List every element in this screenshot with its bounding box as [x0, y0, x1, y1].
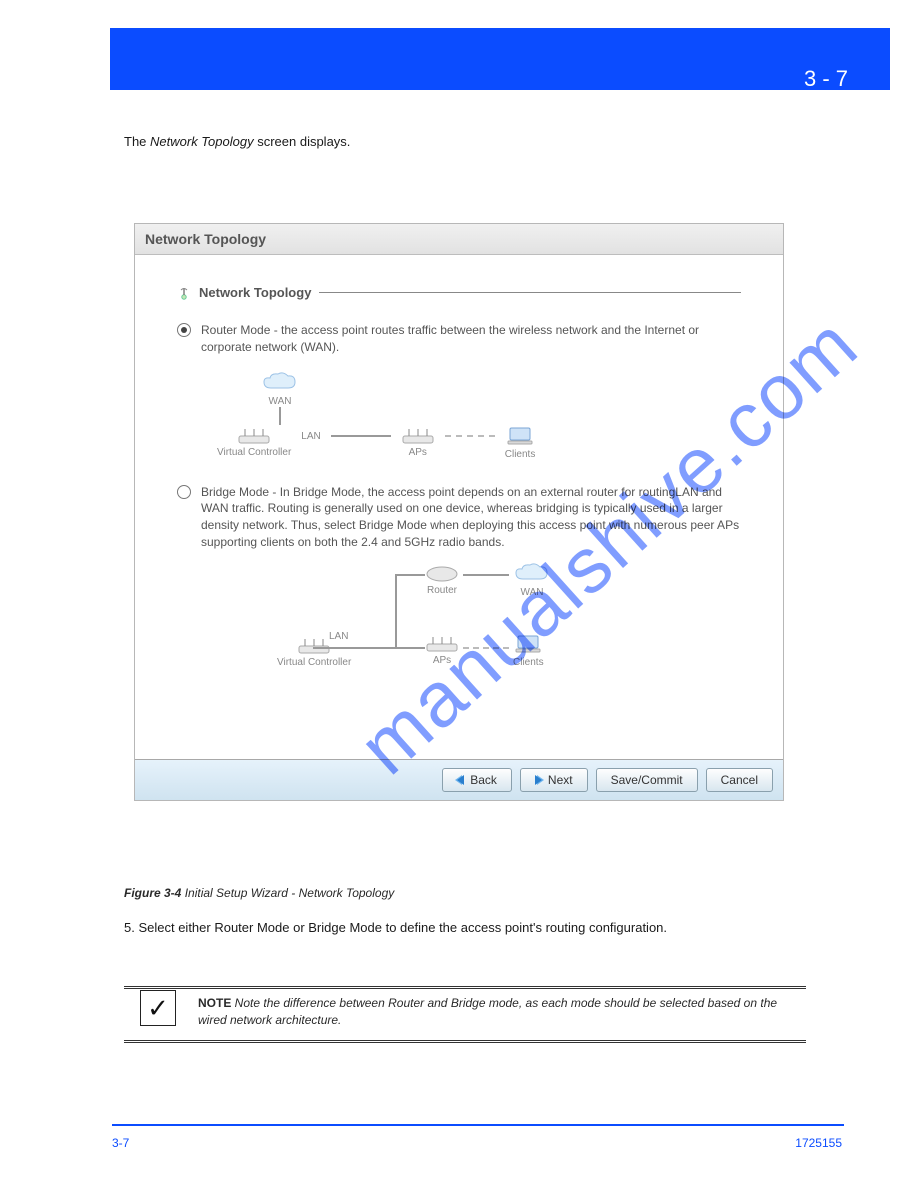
- next-arrow-icon: [535, 775, 542, 785]
- wizard-footer: Back Next Save/Commit Cancel: [135, 759, 783, 800]
- network-topology-panel: Network Topology Network Topology Router…: [134, 223, 784, 801]
- note-checkmark-icon: ✓: [140, 990, 176, 1026]
- ap-device-icon: [425, 635, 459, 653]
- screen-intro: The Network Topology screen displays.: [124, 132, 806, 152]
- intro-prefix: The: [124, 134, 150, 149]
- footer-page: 3-7: [112, 1136, 129, 1150]
- router-label: Router: [427, 585, 457, 596]
- clients-label: Clients: [505, 449, 536, 460]
- note-body: Note the difference between Router and B…: [198, 996, 777, 1027]
- section-heading: Network Topology: [177, 285, 741, 300]
- clients-label: Clients: [513, 657, 544, 668]
- panel-title: Network Topology: [135, 224, 783, 255]
- bridge-mode-diagram: Router WAN Virtual Controller: [217, 565, 741, 695]
- back-label: Back: [470, 773, 497, 787]
- section-rule: [319, 292, 741, 293]
- cloud-icon: [513, 561, 551, 585]
- panel-body: Network Topology Router Mode - the acces…: [135, 255, 783, 759]
- ap-device-icon: [401, 427, 435, 445]
- section-title: Network Topology: [199, 285, 311, 300]
- router-icon: [425, 565, 459, 583]
- ap-device-icon: [237, 427, 271, 445]
- aps-label: APs: [433, 655, 451, 666]
- lan-label: LAN: [329, 631, 348, 642]
- ap-device-icon: [297, 637, 331, 655]
- footer-rule: [112, 1124, 844, 1126]
- lan-label: LAN: [301, 431, 320, 442]
- laptop-icon: [513, 633, 543, 655]
- intro-suffix: screen displays.: [254, 134, 351, 149]
- bridge-mode-option[interactable]: Bridge Mode - In Bridge Mode, the access…: [177, 484, 741, 551]
- router-mode-diagram: WAN Virtual Controller LAN APs: [217, 370, 741, 460]
- step-5-text: 5. Select either Router Mode or Bridge M…: [124, 918, 806, 938]
- save-label: Save/Commit: [611, 773, 683, 787]
- chapter-header-bar: 3 - 7: [110, 28, 890, 90]
- figure-number: Figure 3-4: [124, 886, 181, 900]
- aps-label: APs: [409, 447, 427, 458]
- radio-unselected-icon[interactable]: [177, 485, 191, 499]
- back-button[interactable]: Back: [442, 768, 512, 792]
- next-label: Next: [548, 773, 573, 787]
- router-mode-option[interactable]: Router Mode - the access point routes tr…: [177, 322, 741, 356]
- router-mode-text: Router Mode - the access point routes tr…: [201, 322, 741, 356]
- laptop-icon: [505, 425, 535, 447]
- figure-caption: Figure 3-4 Initial Setup Wizard - Networ…: [124, 886, 394, 900]
- wan-label: WAN: [269, 396, 292, 407]
- radio-selected-icon[interactable]: [177, 323, 191, 337]
- note-label: NOTE: [198, 996, 231, 1010]
- figure-title: Initial Setup Wizard - Network Topology: [181, 886, 394, 900]
- note-top-rule: [124, 986, 806, 989]
- cancel-button[interactable]: Cancel: [706, 768, 773, 792]
- intro-emph: Network Topology: [150, 134, 254, 149]
- note-text: NOTE Note the difference between Router …: [198, 995, 788, 1030]
- cancel-label: Cancel: [721, 773, 758, 787]
- back-arrow-icon: [457, 775, 464, 785]
- bridge-mode-text: Bridge Mode - In Bridge Mode, the access…: [201, 484, 741, 551]
- wan-label: WAN: [521, 587, 544, 598]
- save-commit-button[interactable]: Save/Commit: [596, 768, 698, 792]
- vc-label: Virtual Controller: [277, 657, 351, 668]
- antenna-icon: [177, 286, 191, 300]
- chapter-number: 3 - 7: [804, 66, 848, 92]
- vc-label: Virtual Controller: [217, 447, 291, 458]
- note-bottom-rule: [124, 1040, 806, 1043]
- cloud-icon: [261, 370, 299, 394]
- next-button[interactable]: Next: [520, 768, 588, 792]
- footer-doc-id: 1725155: [795, 1136, 842, 1150]
